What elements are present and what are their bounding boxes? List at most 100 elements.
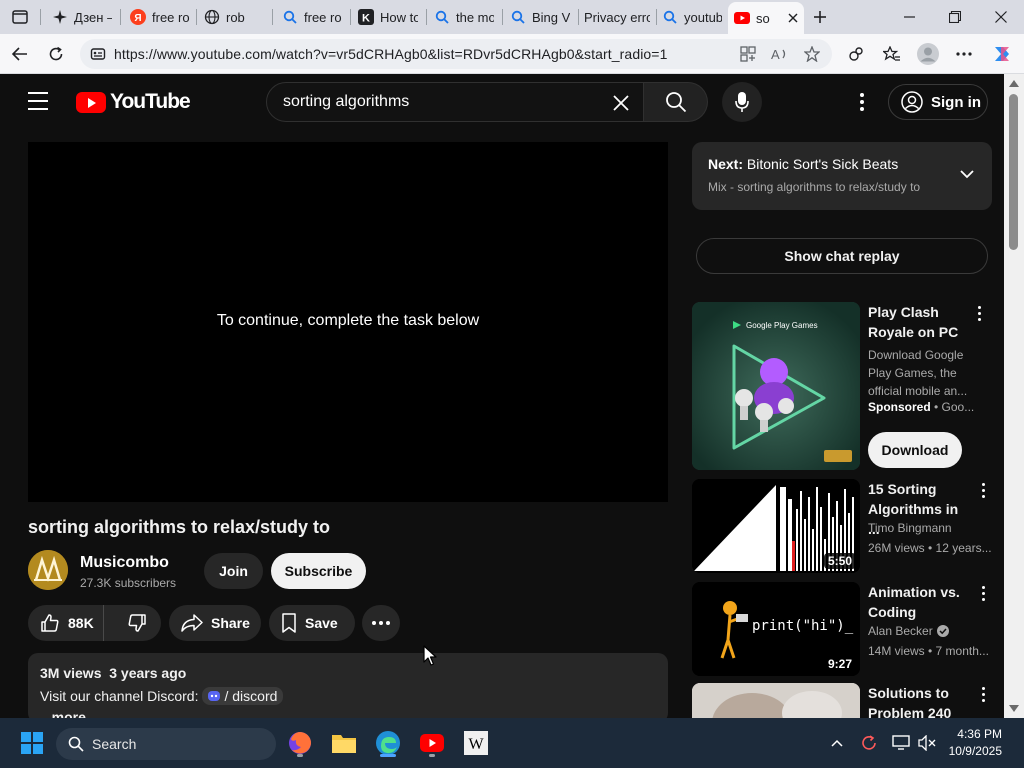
tab-separator [426, 9, 427, 25]
new-tab-icon[interactable] [806, 3, 834, 31]
voice-search-button[interactable] [722, 82, 762, 122]
video-menu-kebab-icon[interactable] [980, 687, 986, 702]
search-input[interactable]: sorting algorithms [266, 82, 644, 122]
playlist-next-panel[interactable]: Next: Bitonic Sort's Sick Beats Mix - so… [692, 142, 992, 210]
discord-link-text: / discord [224, 688, 278, 704]
tab-privacy-error[interactable]: Privacy error [578, 2, 656, 32]
youtube-app-icon[interactable] [416, 727, 448, 759]
ad-thumbnail[interactable]: Google Play Games [692, 302, 860, 470]
scrollbar-thumb[interactable] [1009, 94, 1018, 250]
recommended-video[interactable]: 5:50 15 Sorting Algorithms in ... Timo B… [692, 479, 992, 573]
channel-avatar[interactable] [28, 550, 68, 590]
sync-icon[interactable] [858, 732, 880, 754]
tab-youtube-search[interactable]: youtube [656, 2, 728, 32]
download-button[interactable]: Download [868, 432, 962, 468]
video-thumbnail[interactable]: 5:50 [692, 479, 860, 573]
save-button[interactable]: Save [269, 605, 355, 641]
refresh-icon[interactable] [42, 40, 70, 68]
discord-link[interactable]: / discord [202, 687, 284, 705]
dislike-button[interactable] [112, 605, 161, 641]
tab-yandex[interactable]: Я free rob [124, 2, 196, 32]
video-menu-kebab-icon[interactable] [980, 586, 986, 601]
windows-start-icon[interactable] [16, 727, 48, 759]
file-explorer-icon[interactable] [328, 727, 360, 759]
recommended-video[interactable]: print("hi")_ 9:27 Animation vs. Coding A… [692, 582, 992, 676]
tab-dzen[interactable]: Дзен — [46, 2, 118, 32]
description-box[interactable]: 3M views 3 years ago Visit our channel D… [28, 653, 668, 725]
settings-more-icon[interactable] [950, 40, 978, 68]
apps-icon[interactable] [734, 40, 762, 68]
taskbar-search[interactable]: Search [56, 728, 276, 760]
more-actions-button[interactable] [362, 605, 400, 641]
address-bar[interactable]: https://www.youtube.com/watch?v=vr5dCRHA… [80, 39, 832, 69]
favorites-icon[interactable] [878, 40, 906, 68]
subscribe-button[interactable]: Subscribe [271, 553, 366, 589]
volume-muted-icon[interactable] [916, 732, 938, 754]
sign-in-button[interactable]: Sign in [888, 84, 988, 120]
tab-close-icon[interactable] [788, 13, 798, 23]
like-button[interactable]: 88K [28, 605, 105, 641]
youtube-logo-text: YouTube [110, 90, 191, 113]
settings-kebab-icon[interactable] [850, 90, 874, 114]
read-aloud-icon[interactable]: A [766, 40, 794, 68]
tab-title: rob [226, 9, 245, 25]
account-icon [901, 91, 923, 113]
video-title[interactable]: Solutions to Problem 240 [868, 683, 968, 718]
video-title[interactable]: Animation vs. Coding [868, 582, 968, 622]
channel-name[interactable]: Musicombo [80, 554, 169, 572]
globe-icon [204, 9, 220, 25]
sponsored-ad-card[interactable]: Google Play Games Play Clash Royale on P… [692, 302, 992, 470]
favorite-star-icon[interactable] [798, 40, 826, 68]
microphone-icon [735, 92, 749, 112]
search-button[interactable] [644, 82, 708, 122]
chevron-down-icon[interactable] [960, 166, 974, 184]
ad-menu-kebab-icon[interactable] [976, 306, 982, 321]
extensions-icon[interactable] [842, 40, 870, 68]
display-icon[interactable] [890, 732, 912, 754]
clear-search-icon[interactable] [607, 89, 635, 117]
share-icon [181, 614, 203, 632]
profile-avatar[interactable] [914, 40, 942, 68]
tab-actions-icon[interactable] [8, 6, 32, 28]
tab-separator [40, 9, 41, 25]
tab-rob[interactable]: rob [198, 2, 270, 32]
video-thumbnail[interactable] [692, 683, 860, 718]
system-clock[interactable]: 4:36 PM 10/9/2025 [940, 726, 1002, 760]
close-window-icon[interactable] [978, 0, 1024, 34]
video-player[interactable]: To continue, complete the task below [28, 142, 668, 502]
show-chat-replay-button[interactable]: Show chat replay [696, 238, 988, 274]
ad-title[interactable]: Play Clash Royale on PC [868, 302, 964, 342]
dzen-icon [52, 9, 68, 25]
menu-icon[interactable] [28, 92, 52, 112]
tab-the-mo[interactable]: the mo [428, 2, 500, 32]
wikipedia-icon[interactable]: W [460, 727, 492, 759]
restore-icon[interactable] [932, 0, 978, 34]
join-button[interactable]: Join [204, 553, 263, 589]
playlist-name: Mix - sorting algorithms to relax/study … [708, 180, 921, 194]
tab-free-rob-search[interactable]: free rob [276, 2, 348, 32]
site-info-icon[interactable] [90, 46, 106, 67]
tab-how-to[interactable]: K How to [352, 2, 424, 32]
video-thumbnail[interactable]: print("hi")_ 9:27 [692, 582, 860, 676]
back-icon[interactable] [6, 40, 34, 68]
svg-text:Я: Я [134, 13, 141, 24]
youtube-logo[interactable]: YouTube [76, 90, 191, 114]
minimize-icon[interactable] [886, 0, 932, 34]
channel-name[interactable]: Timo Bingmann [868, 521, 952, 535]
show-hidden-icons-chevron-icon[interactable] [826, 732, 848, 754]
tab-separator [502, 9, 503, 25]
firefox-icon[interactable] [284, 727, 316, 759]
tab-bing-video[interactable]: Bing Vi [504, 2, 576, 32]
tab-youtube-active[interactable]: so [728, 2, 804, 34]
copilot-icon[interactable] [988, 40, 1016, 68]
share-button[interactable]: Share [169, 605, 261, 641]
page-scrollbar[interactable] [1004, 74, 1024, 718]
scroll-up-icon[interactable] [1009, 80, 1019, 87]
edge-icon[interactable] [372, 727, 404, 759]
channel-name[interactable]: Alan Becker [868, 624, 933, 638]
video-menu-kebab-icon[interactable] [980, 483, 986, 498]
sponsored-label: Sponsored [868, 400, 931, 414]
recommended-video[interactable]: Solutions to Problem 240 [692, 683, 992, 718]
scroll-down-icon[interactable] [1009, 705, 1019, 712]
view-date-meta: 3M views 3 years ago [40, 665, 187, 681]
